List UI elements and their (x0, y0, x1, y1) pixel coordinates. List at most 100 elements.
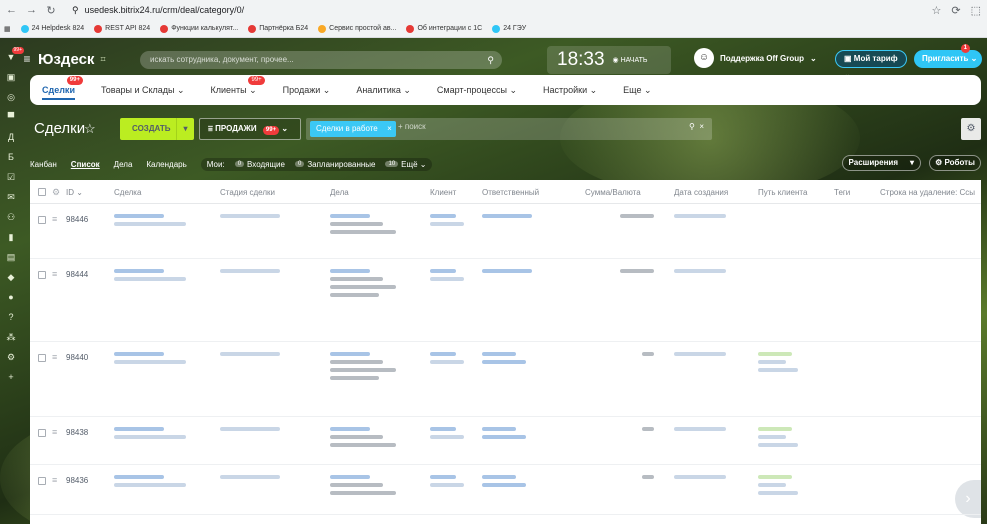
view-tab[interactable]: Канбан (30, 160, 57, 169)
menu-item[interactable]: Еще ⌄ (623, 85, 651, 96)
groups-icon[interactable]: ⚇ (6, 212, 16, 222)
chip-close-icon[interactable]: × (387, 121, 392, 137)
row-menu-icon[interactable]: ≡ (52, 269, 57, 279)
global-search-input[interactable]: искать сотрудника, документ, прочее... ⚲ (140, 51, 502, 69)
activity-cell[interactable] (330, 475, 420, 499)
extension-icon[interactable]: ⟳ (951, 4, 960, 17)
search-clear-icons[interactable]: ⚲ × (689, 122, 704, 131)
menu-item[interactable]: Товары и Склады ⌄ (101, 85, 185, 96)
calendar-icon[interactable]: ▤ (6, 252, 16, 262)
bookmark-item[interactable]: 24 Helpdesk 824 (20, 24, 84, 33)
menu-item[interactable]: Сделки 99+ (42, 76, 83, 100)
responsible-cell[interactable] (482, 475, 552, 491)
puzzle-icon[interactable]: ⬚ (971, 4, 981, 17)
structure-icon[interactable]: ⁂ (6, 332, 16, 342)
activity-cell[interactable] (330, 269, 420, 301)
filter-search-input[interactable]: Сделки в работе × + поиск ⚲ × (306, 118, 712, 140)
activity-cell[interactable] (330, 352, 420, 384)
menu-item[interactable]: Аналитика ⌄ (356, 85, 411, 96)
row-checkbox[interactable] (38, 477, 46, 485)
activity-cell[interactable] (330, 214, 420, 238)
table-row[interactable]: ≡ 98444 (30, 259, 981, 342)
client-cell[interactable] (430, 269, 470, 285)
deal-title[interactable] (114, 214, 194, 230)
client-cell[interactable] (430, 214, 470, 230)
client-cell[interactable] (430, 352, 470, 368)
invite-button[interactable]: Пригласить ⌄ 1 (914, 44, 982, 68)
table-row[interactable]: ≡ 98446 (30, 204, 981, 259)
row-checkbox[interactable] (38, 271, 46, 279)
sites-icon[interactable]: Д (6, 132, 16, 142)
site-info-icon[interactable]: ⚲ (72, 5, 79, 16)
my-tariff-button[interactable]: ▣ Мой тариф ⌄ (835, 50, 907, 79)
menu-item[interactable]: Настройки ⌄ (543, 85, 597, 96)
column-header[interactable]: Сделка (114, 188, 141, 197)
row-checkbox[interactable] (38, 216, 46, 224)
favorite-star-icon[interactable]: ☆ (84, 121, 96, 137)
create-dropdown-arrow[interactable]: ▾ (176, 118, 194, 140)
analytics-icon[interactable]: ▮ (6, 232, 16, 242)
row-menu-icon[interactable]: ≡ (52, 427, 57, 437)
mail-icon[interactable]: ✉ (6, 192, 16, 202)
column-header[interactable]: Сумма/Валюта (585, 188, 641, 197)
deal-title[interactable] (114, 475, 194, 491)
select-all-checkbox[interactable] (38, 188, 46, 196)
client-cell[interactable] (430, 475, 470, 491)
table-row[interactable]: ≡ 98438 (30, 417, 981, 465)
row-menu-icon[interactable]: ≡ (52, 214, 57, 224)
settings-gear-button[interactable]: ⚙ (961, 118, 981, 140)
stage-bar[interactable] (220, 475, 300, 483)
cart-icon[interactable]: ▀ (6, 112, 16, 122)
bag-icon[interactable]: ◆ (6, 272, 16, 282)
view-tab[interactable]: Дела (114, 160, 133, 169)
robots-button[interactable]: ⚙ Роботы (929, 155, 981, 171)
gear-icon[interactable]: ⚙ (6, 352, 16, 362)
apps-icon[interactable]: ▦ (4, 25, 11, 33)
menu-item[interactable]: Смарт-процессы ⌄ (437, 85, 517, 96)
forward-icon[interactable]: → (26, 4, 37, 16)
support-widget[interactable]: ☺ Поддержка Off Group ⌄ (694, 48, 817, 68)
responsible-cell[interactable] (482, 214, 552, 222)
pipeline-filter-button[interactable]: ⩸ ПРОДАЖИ 99+ ⌄ (199, 118, 301, 140)
chat-icon[interactable]: ◎ (6, 92, 16, 102)
reload-icon[interactable]: ↻ (46, 4, 56, 17)
column-header[interactable]: Путь клиента (758, 188, 807, 197)
bookmark-item[interactable]: Функции калькулят... (160, 24, 238, 33)
filter-chip[interactable]: Сделки в работе × (310, 121, 396, 137)
view-tab[interactable]: Список (71, 160, 100, 169)
incoming-counter[interactable]: 0 Входящие (234, 160, 285, 169)
stage-bar[interactable] (220, 427, 300, 435)
column-header[interactable]: Дата создания (674, 188, 728, 197)
menu-icon[interactable]: ≡ (22, 53, 32, 65)
column-header[interactable]: Дела (330, 188, 349, 197)
deal-title[interactable] (114, 352, 194, 368)
column-header[interactable]: Клиент (430, 188, 456, 197)
feed-icon[interactable]: ▣ (6, 72, 16, 82)
more-counter[interactable]: 10 Ещё ⌄ (385, 160, 426, 169)
column-header[interactable]: Ответственный (482, 188, 539, 197)
start-day-button[interactable]: ◉ НАЧАТЬ (613, 56, 648, 64)
tasks-icon[interactable]: ☑ (6, 172, 16, 182)
portal-logo[interactable]: Юздеск (38, 51, 94, 68)
row-checkbox[interactable] (38, 429, 46, 437)
bookmark-item[interactable]: REST API 824 (94, 24, 150, 33)
responsible-cell[interactable] (482, 269, 552, 277)
column-header[interactable]: Строка на удаление: Ссы (880, 188, 975, 197)
columns-settings-icon[interactable]: ⚙ (52, 187, 60, 198)
logo-settings-icon[interactable]: ⌗ (100, 54, 105, 65)
bookmark-item[interactable]: Сервис простой ав... (318, 24, 396, 33)
table-row[interactable]: ≡ 98436 (30, 465, 981, 515)
bookmark-item[interactable]: Партнёрка Б24 (248, 24, 308, 33)
work-day-widget[interactable]: 18:33 ◉ НАЧАТЬ (547, 46, 671, 74)
menu-item[interactable]: Клиенты ⌄ 99+ (211, 75, 265, 96)
circle-icon[interactable]: ● (6, 292, 16, 302)
plus-icon[interactable]: + (6, 372, 16, 382)
planned-counter[interactable]: 0 Запланированные (294, 160, 375, 169)
extensions-button[interactable]: Расширения ▾ (841, 155, 921, 171)
help-icon[interactable]: ? (6, 312, 16, 322)
menu-item[interactable]: Продажи ⌄ (283, 85, 331, 96)
client-cell[interactable] (430, 427, 470, 443)
view-tab[interactable]: Календарь (146, 160, 186, 169)
table-row[interactable]: ≡ 98440 (30, 342, 981, 417)
stage-bar[interactable] (220, 214, 300, 222)
